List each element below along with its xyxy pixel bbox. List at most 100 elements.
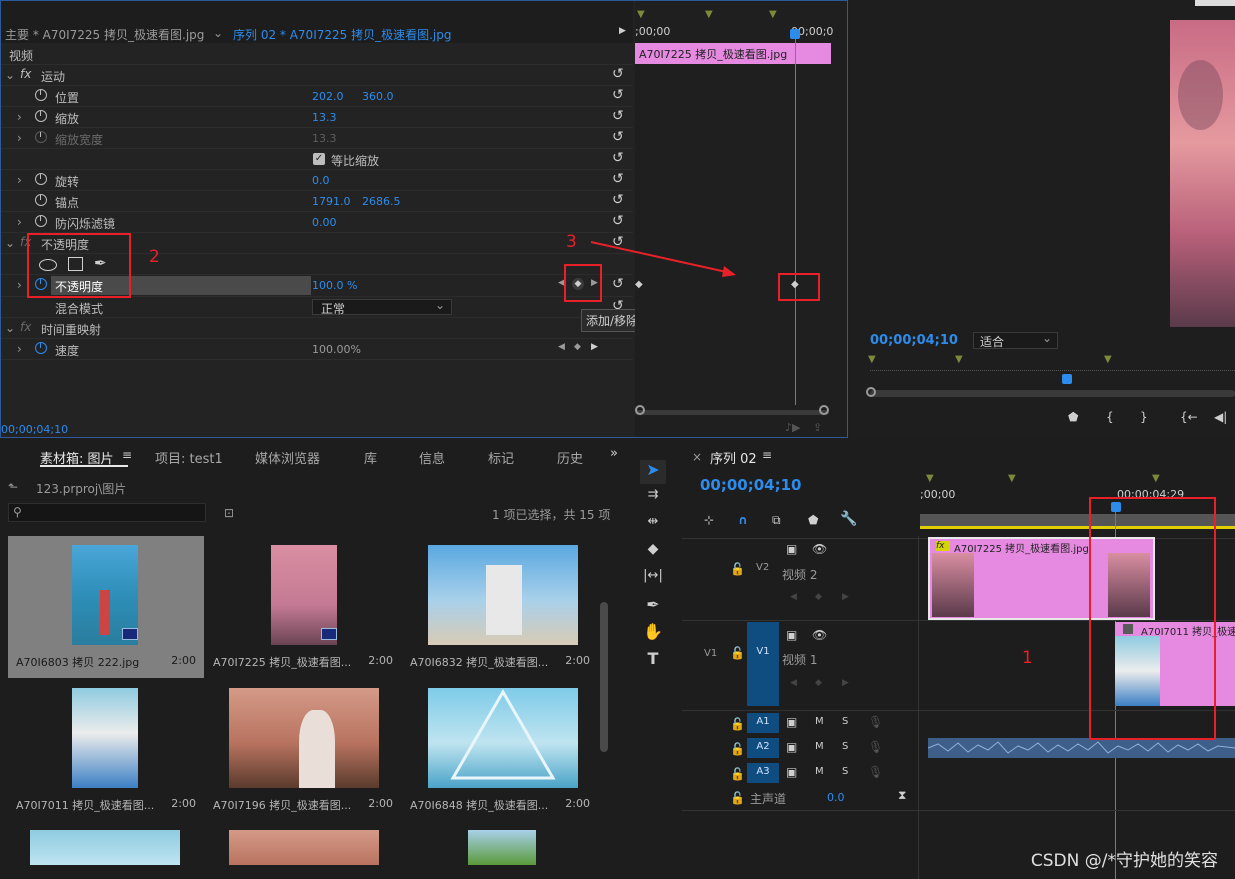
track-select-tool-icon[interactable]: ⇉ (640, 487, 666, 511)
stopwatch-icon[interactable] (35, 89, 47, 101)
ec-playhead[interactable] (795, 29, 796, 405)
ec-timecode[interactable]: 00;00;04;10 (1, 423, 68, 436)
program-timecode[interactable]: 00;00;04;10 (870, 333, 958, 348)
audio-clip-a2[interactable] (927, 738, 1235, 758)
marker-icon[interactable]: ▼ (769, 9, 777, 20)
program-zoom-scrollbar[interactable] (870, 390, 1235, 397)
more-tabs-icon[interactable]: » (610, 446, 618, 461)
reset-icon[interactable]: ↺ (612, 171, 624, 187)
chevron-right-icon[interactable]: › (17, 173, 22, 187)
film-icon[interactable]: ▣ (786, 715, 797, 729)
bin-item[interactable]: A70I7225 拷贝_极速看图... 2:00 (205, 536, 401, 678)
go-to-in-icon[interactable]: {← (1180, 410, 1198, 424)
lock-icon[interactable]: 🔓 (730, 717, 745, 731)
tab-markers[interactable]: 标记 (488, 448, 514, 467)
keyframe-icon[interactable]: ◆ (815, 678, 822, 688)
bin-item-thumbnail-partial[interactable] (468, 830, 536, 865)
marker-icon[interactable]: ▼ (1104, 354, 1112, 365)
track-id-v2[interactable]: V2 (756, 562, 769, 573)
eye-icon[interactable]: 👁 (812, 542, 827, 556)
slip-tool-icon[interactable]: |↔| (640, 568, 666, 592)
hand-tool-icon[interactable]: ✋ (640, 622, 666, 646)
razor-tool-icon[interactable]: ◆ (640, 541, 666, 565)
microphone-icon[interactable]: 🎙 (868, 740, 883, 754)
eye-icon[interactable]: 👁 (812, 628, 827, 642)
wrench-icon[interactable]: 🔧 (840, 511, 857, 527)
linked-selection-icon[interactable]: ⧉ (772, 513, 781, 528)
scroll-handle-left[interactable] (635, 405, 645, 415)
marker-icon[interactable]: ▼ (1152, 473, 1160, 484)
close-icon[interactable]: × (692, 450, 702, 464)
bin-item[interactable]: A70I6848 拷贝_极速看图... 2:00 (402, 679, 598, 821)
bin-item-thumbnail-partial[interactable] (30, 830, 180, 865)
next-keyframe-icon[interactable]: ▶ (842, 678, 849, 688)
bin-item[interactable]: A70I6832 拷贝_极速看图... 2:00 (402, 536, 598, 678)
keyframe-icon[interactable]: ◆ (815, 592, 822, 602)
new-bin-icon[interactable]: ⊡ (224, 506, 234, 520)
solo-button[interactable]: S (842, 741, 848, 752)
mute-button[interactable]: M (815, 716, 824, 727)
chevron-down-icon[interactable]: ⌄ (5, 68, 15, 82)
stopwatch-icon[interactable] (35, 173, 47, 185)
scroll-handle-right[interactable] (819, 405, 829, 415)
lock-icon[interactable]: 🔓 (730, 791, 745, 805)
blend-mode-select[interactable]: 正常 ⌄ (312, 298, 452, 316)
menu-icon[interactable]: ≡ (762, 448, 772, 462)
lock-icon[interactable]: 🔓 (730, 562, 745, 576)
chevron-down-icon[interactable]: ⌄ (5, 321, 15, 335)
prev-keyframe-icon[interactable]: ◀ (790, 592, 797, 602)
chevron-right-icon[interactable]: › (17, 215, 22, 229)
reset-icon[interactable]: ↺ (612, 66, 624, 82)
fit-select[interactable]: 适合 ⌄ (973, 331, 1058, 349)
bin-item[interactable]: A70I6803 拷贝 222.jpg 2:00 (8, 536, 204, 678)
film-icon[interactable]: ▣ (786, 628, 797, 642)
master-volume[interactable]: 0.0 (827, 791, 845, 804)
track-target-a2[interactable]: A2 (747, 738, 779, 758)
timeline-title[interactable]: 序列 02 (710, 448, 757, 467)
marker-icon[interactable]: ▼ (926, 473, 934, 484)
bin-scrollbar[interactable] (600, 602, 608, 752)
effect-motion[interactable]: ⌄ fx 运动 ↺ (1, 65, 633, 86)
reset-icon[interactable]: ↺ (612, 150, 624, 166)
next-keyframe-icon[interactable]: ▶ (591, 342, 598, 352)
marker-icon[interactable]: ▼ (868, 354, 876, 365)
mark-out-icon[interactable]: } (1140, 410, 1148, 424)
microphone-icon[interactable]: 🎙 (868, 715, 883, 729)
reset-icon[interactable]: ↺ (612, 87, 624, 103)
reset-icon[interactable]: ↺ (612, 192, 624, 208)
tab-library[interactable]: 库 (364, 448, 377, 467)
folder-up-icon[interactable]: ⬑ (8, 480, 18, 494)
solo-button[interactable]: S (842, 766, 848, 777)
source-track-v1[interactable]: V1 (704, 648, 717, 659)
export-frame-icon[interactable]: ⇪ (813, 421, 822, 434)
chevron-right-icon[interactable]: › (17, 110, 22, 124)
chevron-down-icon[interactable]: ⌄ (5, 236, 15, 250)
pen-tool-icon[interactable]: ✒ (640, 595, 666, 619)
track-target-a1[interactable]: A1 (747, 713, 779, 733)
tab-media-browser[interactable]: 媒体浏览器 (255, 448, 320, 467)
prev-keyframe-icon[interactable]: ◀ (790, 678, 797, 688)
film-icon[interactable]: ▣ (786, 740, 797, 754)
lock-icon[interactable]: 🔓 (730, 767, 745, 781)
selection-tool-icon[interactable]: ➤ (640, 460, 666, 484)
go-to-end-icon[interactable]: ⧗ (898, 788, 906, 803)
source-label[interactable]: 主要 * A70I7225 拷贝_极速看图.jpg (5, 26, 204, 43)
marker-icon[interactable]: ▼ (637, 9, 645, 20)
mute-button[interactable]: M (815, 741, 824, 752)
bin-item-thumbnail-partial[interactable] (229, 830, 379, 865)
solo-button[interactable]: S (842, 716, 848, 727)
lock-icon[interactable]: 🔓 (730, 742, 745, 756)
ripple-edit-tool-icon[interactable]: ⇹ (640, 514, 666, 538)
add-marker-icon[interactable]: ⬟ (808, 513, 818, 527)
ec-zoom-scrollbar[interactable] (635, 410, 829, 415)
ec-clip-bar[interactable]: A70I7225 拷贝_极速看图.jpg (635, 43, 831, 64)
tab-project[interactable]: 项目: test1 (155, 448, 223, 467)
marker-icon[interactable]: ▼ (705, 9, 713, 20)
reset-icon[interactable]: ↺ (612, 213, 624, 229)
fx-icon[interactable]: fx (20, 67, 31, 81)
reset-icon[interactable]: ↺ (612, 129, 624, 145)
stopwatch-icon[interactable] (35, 215, 47, 227)
microphone-icon[interactable]: 🎙 (868, 765, 883, 779)
search-input[interactable]: ⚲ (8, 503, 206, 522)
stopwatch-icon[interactable] (35, 194, 47, 206)
